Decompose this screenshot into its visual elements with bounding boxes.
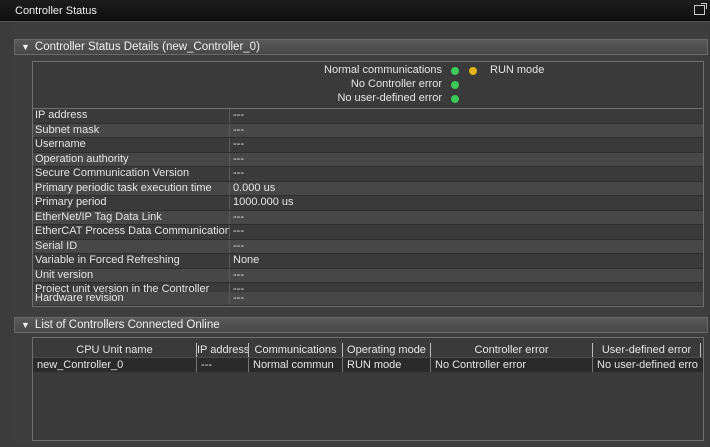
detail-key: EtherCAT Process Data Communications xyxy=(35,225,229,237)
table-cell: No Controller error xyxy=(431,358,593,372)
restore-window-icon[interactable] xyxy=(694,3,707,15)
detail-value: --- xyxy=(233,109,244,121)
detail-row: Username --- xyxy=(33,138,703,153)
detail-key: Username xyxy=(35,138,86,150)
status-line-communications: Normal communications RUN mode xyxy=(33,64,703,78)
detail-value: 0.000 us xyxy=(233,181,276,194)
column-header[interactable]: IP address xyxy=(197,343,249,357)
online-list-header[interactable]: ▼ List of Controllers Connected Online xyxy=(14,317,708,333)
window-titlebar: Controller Status xyxy=(0,0,710,22)
status-details-header[interactable]: ▼ Controller Status Details (new_Controll… xyxy=(14,39,708,55)
status-details-title: Controller Status Details (new_Controlle… xyxy=(34,41,260,53)
detail-value: --- xyxy=(233,225,244,237)
detail-row: Serial ID --- xyxy=(33,239,703,254)
detail-value: 1000.000 us xyxy=(233,196,294,208)
detail-row: EtherCAT Process Data Communications --- xyxy=(33,225,703,240)
column-header[interactable]: Operating mode xyxy=(343,343,431,357)
controller-details-table: IP address --- Subnet mask --- Username ---… xyxy=(32,108,704,307)
column-header[interactable]: CPU Unit name xyxy=(33,343,197,357)
detail-row: Primary periodic task execution time 0.00… xyxy=(33,181,703,196)
detail-value: --- xyxy=(233,138,244,150)
table-cell: Normal commun xyxy=(249,358,343,372)
detail-key: Primary periodic task execution time xyxy=(35,181,212,194)
detail-key: Variable in Forced Refreshing xyxy=(35,254,180,266)
user-error-ok-icon xyxy=(451,95,459,103)
table-row[interactable]: new_Controller_0 --- Normal commun RUN m… xyxy=(33,358,703,372)
detail-row: Primary period 1000.000 us xyxy=(33,196,703,211)
communications-status-label: Normal communications xyxy=(324,64,442,76)
communications-ok-icon xyxy=(451,67,459,75)
detail-value: --- xyxy=(233,268,244,281)
status-line-user-error: No user-defined error xyxy=(33,92,703,106)
table-cell: No user-defined erro xyxy=(597,359,698,371)
detail-key: Serial ID xyxy=(35,239,78,252)
detail-row: Variable in Forced Refreshing None xyxy=(33,254,703,269)
detail-key: Primary period xyxy=(35,196,107,208)
detail-row: IP address --- xyxy=(33,109,703,124)
window-title: Controller Status xyxy=(15,5,97,17)
controller-status-panel: ▼ Controller Status Details (new_Controll… xyxy=(14,22,708,444)
detail-key: Unit version xyxy=(35,268,94,281)
detail-row: Operation authority --- xyxy=(33,152,703,167)
online-controllers-table: CPU Unit name IP address Communications … xyxy=(32,337,704,441)
table-cell: new_Controller_0 xyxy=(33,358,197,372)
detail-row: Unit version --- xyxy=(33,268,703,283)
detail-key: Operation authority xyxy=(35,152,129,165)
detail-value: --- xyxy=(233,239,244,252)
detail-key: Subnet mask xyxy=(35,123,100,136)
detail-row: Hardware revision --- xyxy=(33,292,703,306)
column-header[interactable]: Controller error xyxy=(431,343,593,357)
detail-value: --- xyxy=(233,167,244,179)
detail-value: --- xyxy=(233,152,244,165)
detail-value: --- xyxy=(233,292,244,304)
operating-mode-label: RUN mode xyxy=(490,64,545,76)
detail-value: --- xyxy=(233,210,244,223)
detail-value: --- xyxy=(233,123,244,136)
table-cell: --- xyxy=(197,358,249,372)
detail-row: EtherNet/IP Tag Data Link --- xyxy=(33,210,703,225)
collapse-triangle-icon[interactable]: ▼ xyxy=(21,320,30,330)
status-line-controller-error: No Controller error xyxy=(33,78,703,92)
table-cell: RUN mode xyxy=(343,358,431,372)
detail-value: None xyxy=(233,254,260,266)
detail-key: Secure Communication Version xyxy=(35,167,190,179)
collapse-triangle-icon[interactable]: ▼ xyxy=(21,42,30,52)
controller-error-status-label: No Controller error xyxy=(350,78,442,90)
detail-key: EtherNet/IP Tag Data Link xyxy=(35,210,162,223)
controller-error-ok-icon xyxy=(451,81,459,89)
table-header: CPU Unit name IP address Communications … xyxy=(33,343,703,358)
column-header[interactable]: Communications xyxy=(249,343,343,357)
column-header[interactable]: User-defined error xyxy=(593,343,701,357)
detail-key: Hardware revision xyxy=(35,292,124,304)
run-mode-icon xyxy=(469,67,477,75)
detail-row: Subnet mask --- xyxy=(33,123,703,138)
online-list-title: List of Controllers Connected Online xyxy=(34,319,220,331)
user-error-status-label: No user-defined error xyxy=(337,92,442,104)
detail-key: IP address xyxy=(35,109,88,121)
detail-row: Secure Communication Version --- xyxy=(33,167,703,182)
